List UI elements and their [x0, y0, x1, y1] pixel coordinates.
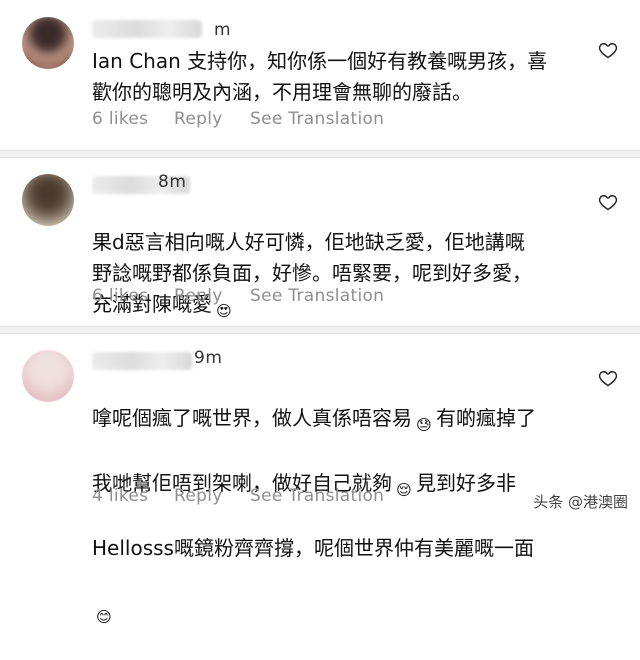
see-translation-link[interactable]: See Translation — [250, 286, 384, 306]
comment-time: 9m — [194, 348, 223, 368]
see-translation-link[interactable]: See Translation — [250, 109, 384, 129]
smile-emoji-icon: 😊 — [96, 608, 112, 626]
section-divider — [0, 326, 640, 334]
avatar[interactable] — [22, 350, 74, 402]
relieved-emoji-icon: 😌 — [396, 481, 412, 499]
likes-count[interactable]: 6 likes — [92, 286, 174, 306]
comment-time: m — [214, 20, 232, 40]
likes-count[interactable]: 6 likes — [92, 109, 174, 129]
heart-outline-icon[interactable] — [598, 192, 618, 212]
avatar[interactable] — [22, 17, 74, 69]
comment-time: 8m — [158, 172, 187, 192]
reply-button[interactable]: Reply — [174, 486, 250, 506]
watermark: 头条 @港澳圈 — [533, 493, 628, 511]
avatar[interactable] — [22, 174, 74, 226]
see-translation-link[interactable]: See Translation — [250, 486, 384, 506]
sweat-emoji-icon: 😓 — [416, 416, 432, 434]
comment-item: 8m 果d惡言相向嘅人好可憐，佢地缺乏愛，佢地講嘅 野諗嘅野都係負面，好慘。唔緊… — [0, 158, 640, 326]
comment-text-body: 有啲瘋掉了 — [436, 406, 536, 430]
reply-button[interactable]: Reply — [174, 286, 250, 306]
heart-outline-icon[interactable] — [598, 40, 618, 60]
comment-actions: 4 likes Reply See Translation — [92, 486, 384, 506]
comment-actions: 6 likes Reply See Translation — [92, 109, 384, 129]
comment-actions: 6 likes Reply See Translation — [92, 286, 384, 306]
likes-count[interactable]: 4 likes — [92, 486, 174, 506]
username-blurred[interactable] — [92, 20, 202, 38]
comment-line: 😊 — [92, 595, 592, 629]
comment-line: Hellosss嘅鏡粉齊齊撐，呢個世界仲有美麗嘅一面 — [92, 533, 592, 564]
comment-text: Ian Chan 支持你，知你係一個好有教養嘅男孩，喜 歡你的聰明及內涵，不用理… — [92, 49, 548, 104]
comment-text-body: 嗱呢個瘋了嘅世界，做人真係唔容易 — [92, 406, 412, 430]
comment-item: m Ian Chan 支持你，知你係一個好有教養嘅男孩，喜 歡你的聰明及內涵，不… — [0, 0, 640, 150]
comment-text: 嗱呢個瘋了嘅世界，做人真係唔容易 😓 有啲瘋掉了 我哋幫佢唔到架喇，做好自己就夠 😌 見… — [92, 372, 592, 660]
comment-line: 嗱呢個瘋了嘅世界，做人真係唔容易 😓 有啲瘋掉了 — [92, 403, 592, 437]
section-divider — [0, 150, 640, 158]
comment-text-body: 見到好多非 — [416, 471, 516, 495]
username-blurred[interactable] — [92, 352, 192, 370]
reply-button[interactable]: Reply — [174, 109, 250, 129]
heart-outline-icon[interactable] — [598, 368, 618, 388]
comment-text-body: Hellosss嘅鏡粉齊齊撐，呢個世界仲有美麗嘅一面 — [92, 536, 534, 560]
